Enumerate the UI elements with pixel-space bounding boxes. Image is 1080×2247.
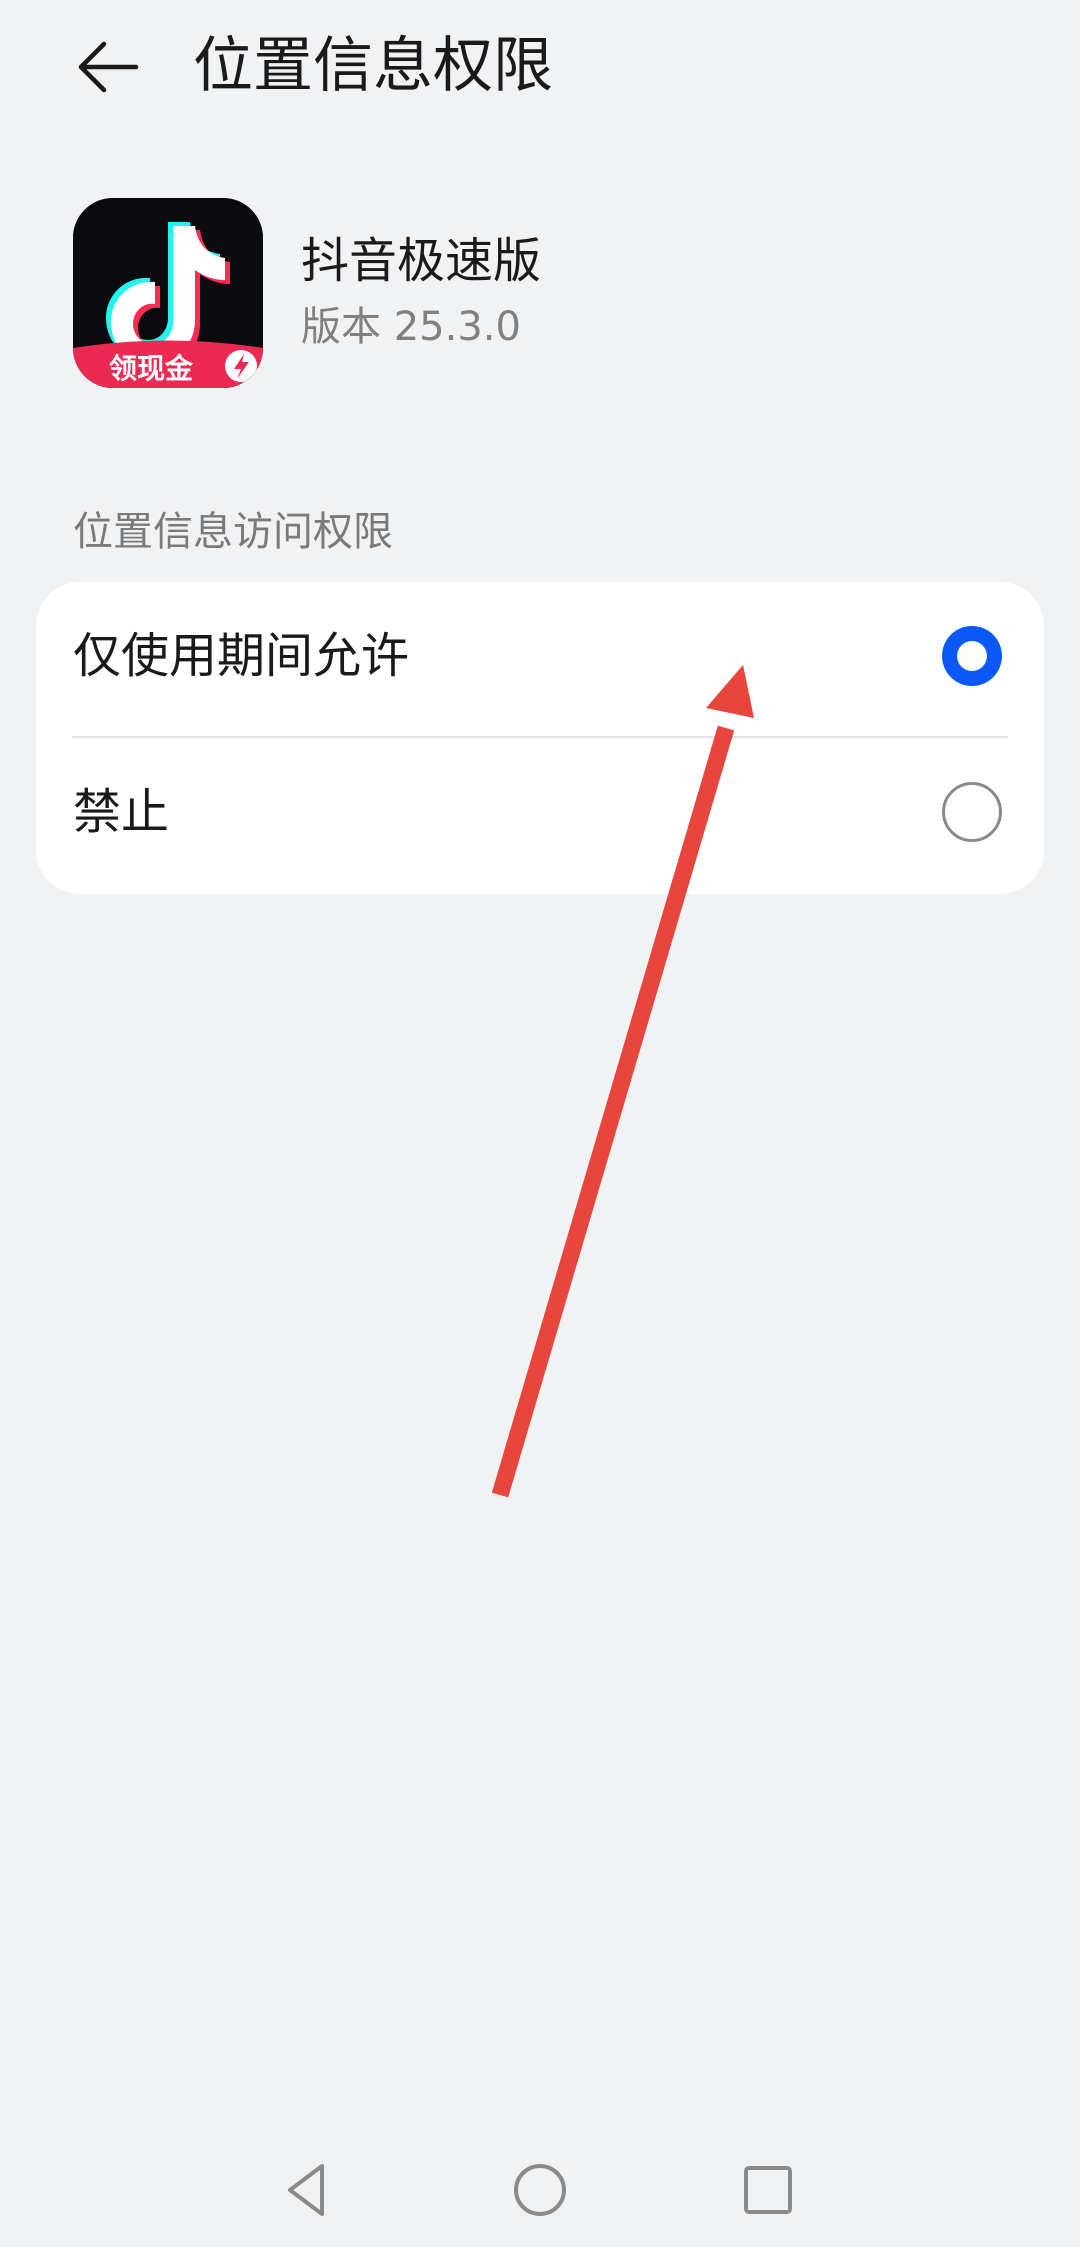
option-label: 禁止 [73,784,170,840]
arrow-left-icon [78,41,139,93]
triangle-back-icon [288,2164,324,2216]
app-version: 版本 25.3.0 [301,304,521,350]
back-button[interactable] [60,28,156,106]
nav-home-button[interactable] [500,2150,580,2230]
circle-home-icon [514,2164,566,2216]
option-deny[interactable]: 禁止 [36,738,1044,886]
app-icon-badge-text: 领现金 [109,352,194,385]
option-label: 仅使用期间允许 [73,628,410,684]
app-icon: 领现金 [73,198,263,388]
header: 位置信息权限 [0,0,1080,140]
app-name: 抖音极速版 [301,233,542,289]
nav-back-button[interactable] [268,2150,348,2230]
option-allow-while-using[interactable]: 仅使用期间允许 [36,582,1044,730]
navigation-bar [0,2130,1080,2240]
square-recents-icon [744,2166,792,2214]
radio-button-checked[interactable] [942,626,1002,686]
nav-recents-button[interactable] [728,2150,808,2230]
radio-button-unchecked[interactable] [942,782,1002,842]
section-label: 位置信息访问权限 [73,509,393,555]
page-title: 位置信息权限 [193,31,553,101]
permission-options-card: 仅使用期间允许 禁止 [36,582,1044,894]
